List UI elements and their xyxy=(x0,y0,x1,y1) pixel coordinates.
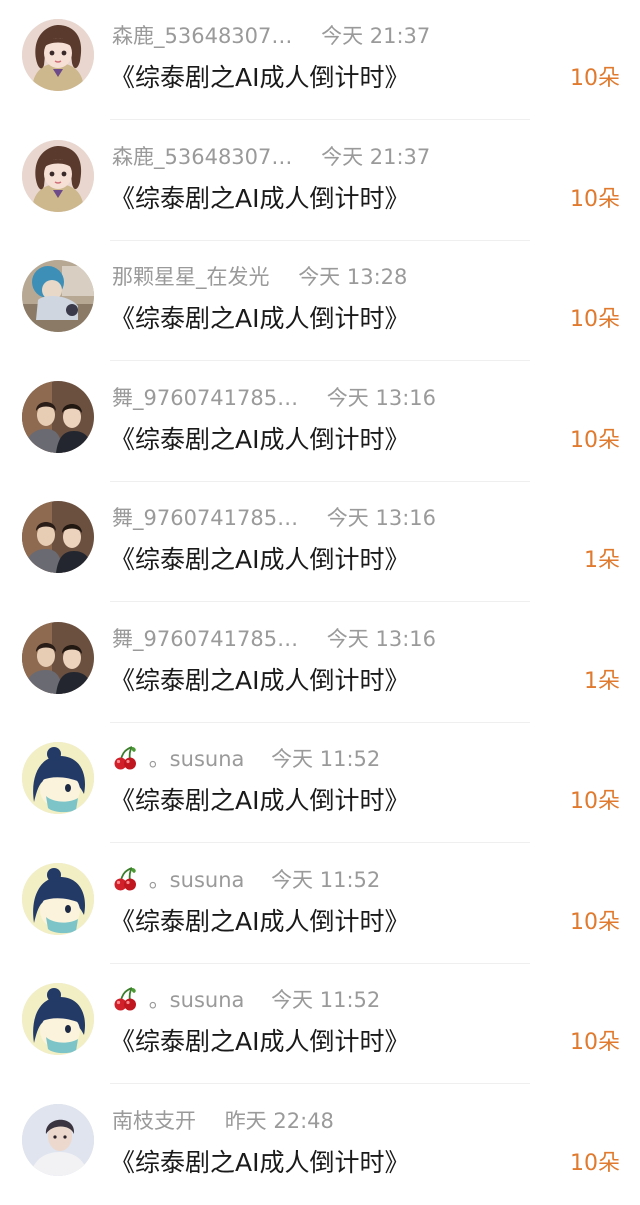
username[interactable]: 南枝支开 xyxy=(112,1105,196,1137)
list-item[interactable]: 。susuna 今天 11:52 《综泰剧之AI成人倒计时》 10朵 xyxy=(0,964,640,1084)
book-title[interactable]: 《综泰剧之AI成人倒计时》 xyxy=(110,58,409,98)
cartoon-mask-avatar[interactable] xyxy=(22,862,94,935)
cherry-icon xyxy=(112,745,138,771)
list-item[interactable]: 那颗星星_在发光 今天 13:28 《综泰剧之AI成人倒计时》 10朵 xyxy=(0,241,640,361)
item-meta: 。susuna 今天 11:52 xyxy=(112,984,380,1016)
girl-avatar[interactable] xyxy=(22,139,94,212)
username[interactable]: 森鹿_53648307… xyxy=(112,141,292,173)
flower-count: 10朵 xyxy=(570,66,620,91)
book-title[interactable]: 《综泰剧之AI成人倒计时》 xyxy=(110,299,409,339)
username[interactable]: 舞_9760741785… xyxy=(112,382,298,414)
book-title[interactable]: 《综泰剧之AI成人倒计时》 xyxy=(110,902,409,942)
timestamp: 今天 21:37 xyxy=(321,144,431,169)
book-title[interactable]: 《综泰剧之AI成人倒计时》 xyxy=(110,540,409,580)
list-item[interactable]: 。susuna 今天 11:52 《综泰剧之AI成人倒计时》 10朵 xyxy=(0,723,640,843)
flower-count: 1朵 xyxy=(584,668,620,694)
flower-count: 10朵 xyxy=(570,427,620,453)
portrait-avatar[interactable] xyxy=(22,1103,94,1176)
timestamp: 今天 21:37 xyxy=(321,24,431,48)
book-title[interactable]: 《综泰剧之AI成人倒计时》 xyxy=(110,179,409,219)
timestamp: 今天 13:28 xyxy=(298,265,408,289)
timestamp: 今天 13:16 xyxy=(326,506,436,530)
cherry-icon xyxy=(112,866,138,892)
list-item[interactable]: 森鹿_53648307… 今天 21:37 《综泰剧之AI成人倒计时》 10朵 xyxy=(0,0,640,120)
item-meta: 。susuna 今天 11:52 xyxy=(112,864,380,896)
flower-count: 10朵 xyxy=(570,909,620,935)
timestamp: 今天 11:52 xyxy=(271,988,381,1012)
list-item[interactable]: 舞_9760741785… 今天 13:16 《综泰剧之AI成人倒计时》 1朵 xyxy=(0,482,640,602)
list-item[interactable]: 南枝支开 昨天 22:48 《综泰剧之AI成人倒计时》 10朵 xyxy=(0,1085,640,1205)
photo-avatar[interactable] xyxy=(22,260,94,332)
two-men-avatar[interactable] xyxy=(22,501,94,573)
username[interactable]: 。susuna xyxy=(149,743,245,775)
cherry-icon xyxy=(112,986,138,1012)
book-title[interactable]: 《综泰剧之AI成人倒计时》 xyxy=(110,1143,409,1183)
flower-count: 10朵 xyxy=(570,1150,620,1176)
flower-count: 10朵 xyxy=(570,186,620,212)
list-item[interactable]: 舞_9760741785… 今天 13:16 《综泰剧之AI成人倒计时》 1朵 xyxy=(0,603,640,723)
username[interactable]: 舞_9760741785… xyxy=(112,623,298,655)
username[interactable]: 。susuna xyxy=(149,984,245,1016)
gift-record-list: 森鹿_53648307… 今天 21:37 《综泰剧之AI成人倒计时》 10朵 … xyxy=(0,0,640,1195)
timestamp: 昨天 22:48 xyxy=(224,1108,334,1133)
item-meta: 南枝支开 昨天 22:48 xyxy=(112,1105,334,1137)
cartoon-mask-avatar[interactable] xyxy=(22,983,94,1055)
book-title[interactable]: 《综泰剧之AI成人倒计时》 xyxy=(110,661,409,701)
flower-count: 10朵 xyxy=(570,307,620,332)
flower-count: 1朵 xyxy=(584,548,620,573)
item-meta: 舞_9760741785… 今天 13:16 xyxy=(112,502,436,534)
book-title[interactable]: 《综泰剧之AI成人倒计时》 xyxy=(110,1022,409,1062)
item-meta: 森鹿_53648307… 今天 21:37 xyxy=(112,20,430,52)
timestamp: 今天 11:52 xyxy=(271,747,381,771)
username[interactable]: 森鹿_53648307… xyxy=(112,20,292,52)
two-men-avatar[interactable] xyxy=(22,621,94,694)
flower-count: 10朵 xyxy=(570,1030,620,1055)
item-meta: 舞_9760741785… 今天 13:16 xyxy=(112,382,436,414)
flower-count: 10朵 xyxy=(570,789,620,814)
list-item[interactable]: 。susuna 今天 11:52 《综泰剧之AI成人倒计时》 10朵 xyxy=(0,844,640,964)
book-title[interactable]: 《综泰剧之AI成人倒计时》 xyxy=(110,781,409,821)
username[interactable]: 舞_9760741785… xyxy=(112,502,298,534)
timestamp: 今天 11:52 xyxy=(271,867,381,892)
list-item[interactable]: 森鹿_53648307… 今天 21:37 《综泰剧之AI成人倒计时》 10朵 xyxy=(0,121,640,241)
timestamp: 今天 13:16 xyxy=(326,626,436,651)
list-item[interactable]: 舞_9760741785… 今天 13:16 《综泰剧之AI成人倒计时》 10朵 xyxy=(0,362,640,482)
two-men-avatar[interactable] xyxy=(22,380,94,453)
book-title[interactable]: 《综泰剧之AI成人倒计时》 xyxy=(110,420,409,460)
timestamp: 今天 13:16 xyxy=(326,385,436,410)
username[interactable]: 。susuna xyxy=(149,864,245,896)
item-meta: 森鹿_53648307… 今天 21:37 xyxy=(112,141,430,173)
username[interactable]: 那颗星星_在发光 xyxy=(112,261,270,293)
item-meta: 舞_9760741785… 今天 13:16 xyxy=(112,623,436,655)
cartoon-mask-avatar[interactable] xyxy=(22,742,94,814)
girl-avatar[interactable] xyxy=(22,19,94,91)
item-meta: 那颗星星_在发光 今天 13:28 xyxy=(112,261,407,293)
item-meta: 。susuna 今天 11:52 xyxy=(112,743,380,775)
